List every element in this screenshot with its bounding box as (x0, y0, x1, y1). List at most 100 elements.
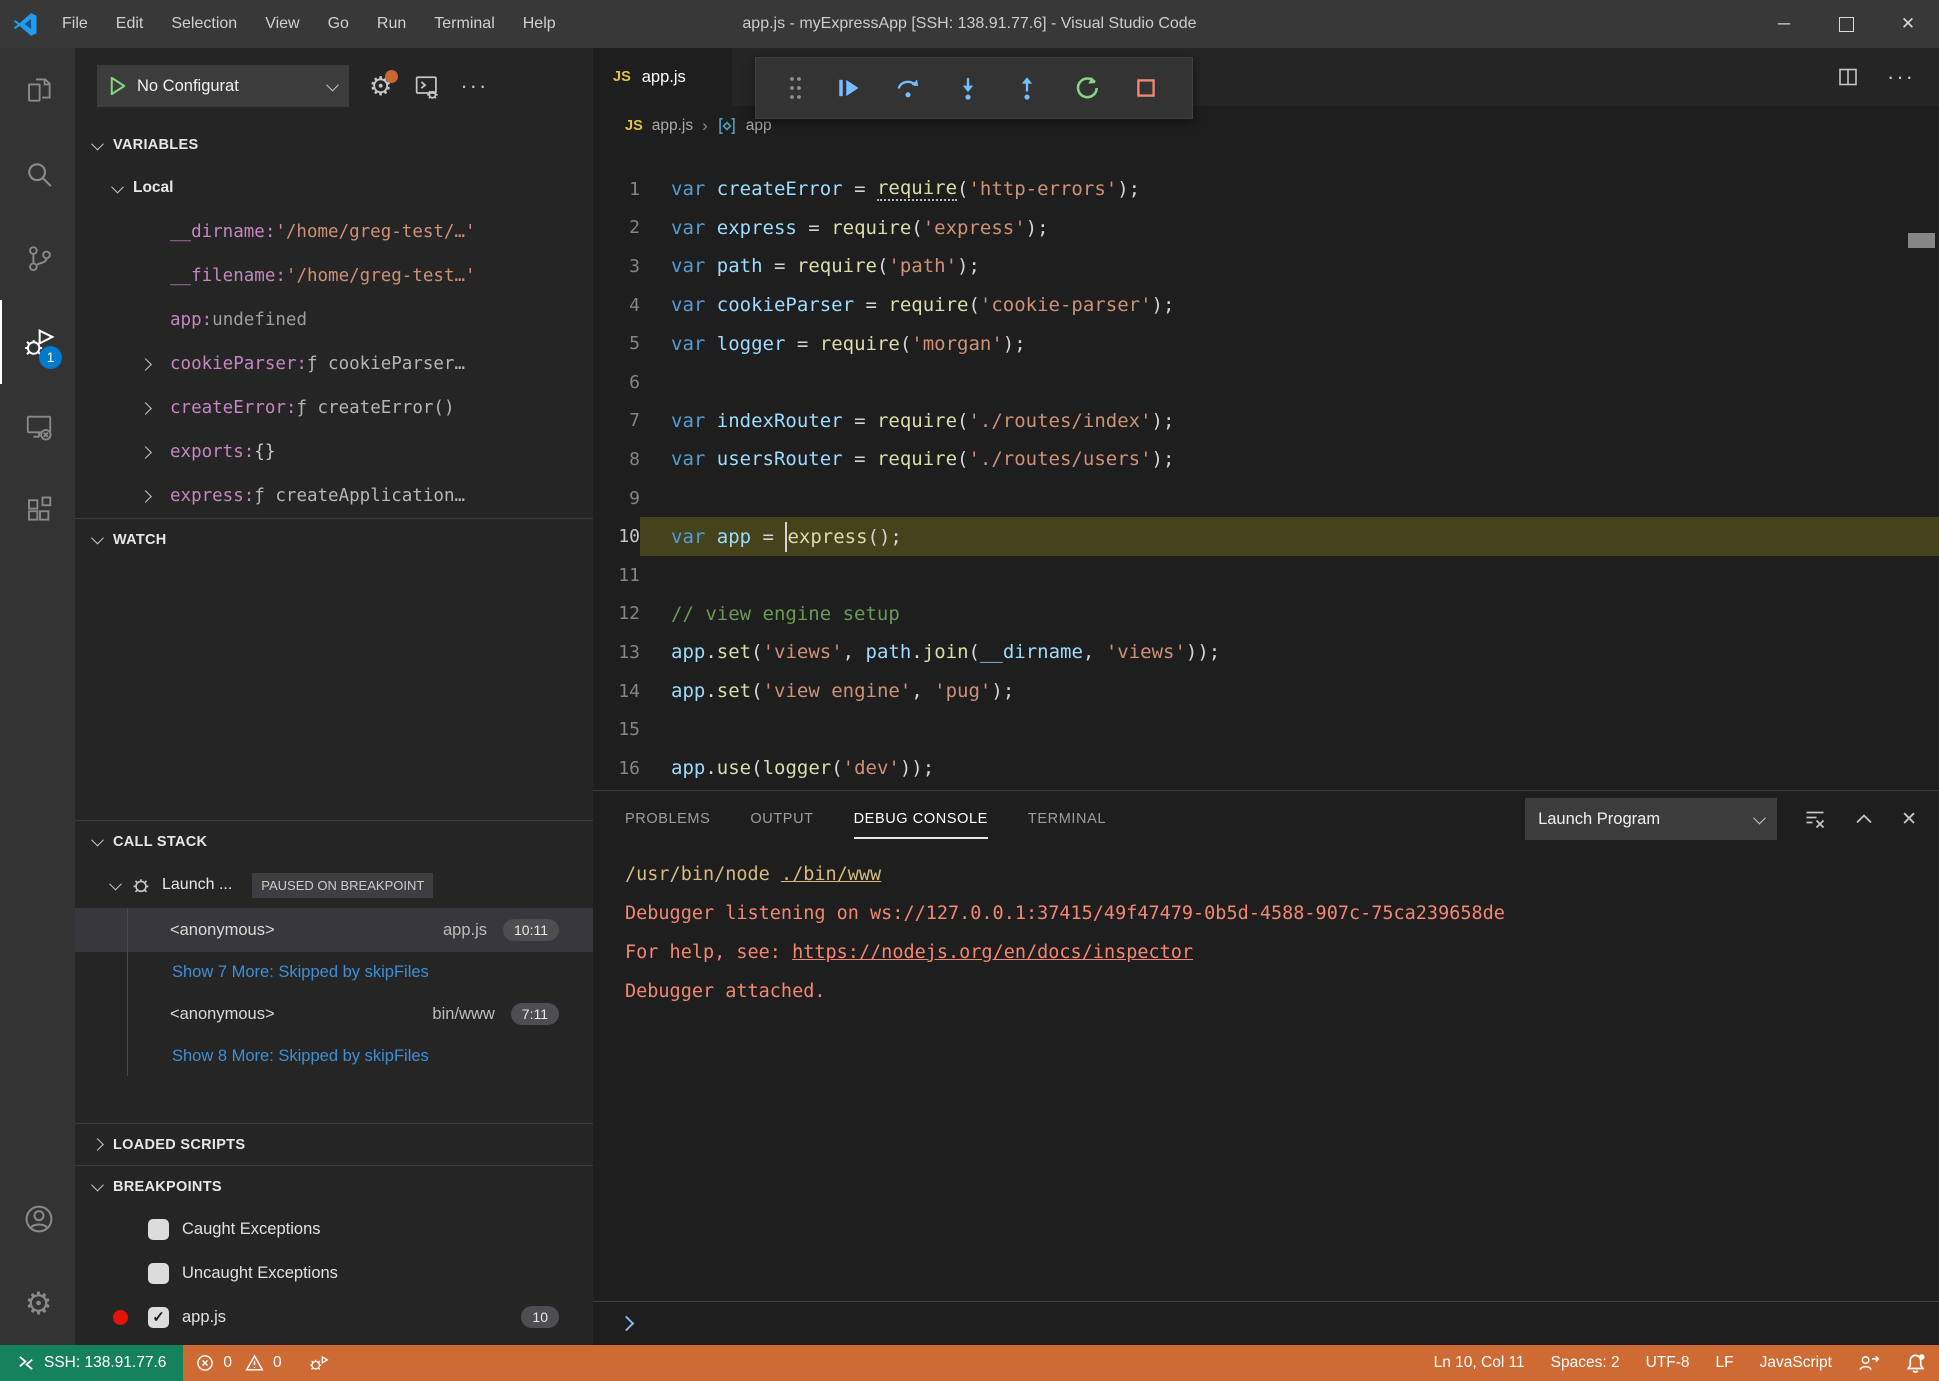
console-link[interactable]: ./bin/www (781, 864, 881, 885)
code-line-2[interactable]: 2 var express = require('express'); (593, 209, 1939, 248)
step-into-button[interactable] (954, 74, 982, 102)
code-line-1[interactable]: 1 var createError = require('http-errors'… (593, 170, 1939, 209)
scope-local[interactable]: Local (75, 166, 593, 210)
variable-row[interactable]: __filename: '/home/greg-test…' (75, 254, 593, 298)
views-more-actions-icon[interactable]: ··· (460, 73, 488, 99)
status-language-mode[interactable]: JavaScript (1747, 1345, 1845, 1381)
breakpoint-checkbox[interactable] (148, 1218, 169, 1240)
step-over-button[interactable] (894, 74, 922, 102)
breadcrumb-symbol[interactable]: app (746, 117, 772, 135)
activity-bar-search[interactable] (0, 132, 75, 216)
breakpoint-checkbox[interactable] (148, 1262, 169, 1284)
debug-status-icon[interactable] (295, 1345, 343, 1381)
debug-session-row[interactable]: Launch ... PAUSED ON BREAKPOINT (75, 862, 593, 908)
menu-run[interactable]: Run (363, 0, 420, 48)
notifications-bell-icon[interactable] (1892, 1345, 1939, 1381)
feedback-icon[interactable] (1845, 1345, 1892, 1381)
code-text[interactable]: var createError = require('http-errors')… (640, 170, 1939, 209)
breakpoint-checkbox[interactable]: ✓ (148, 1306, 169, 1328)
activity-bar-settings[interactable]: ⚙ (0, 1261, 75, 1345)
code-text[interactable] (640, 556, 1939, 595)
panel-tab-debug-console[interactable]: DEBUG CONSOLE (853, 791, 989, 847)
menu-help[interactable]: Help (509, 0, 570, 48)
call-stack-section-header[interactable]: CALL STACK (75, 820, 593, 862)
code-text[interactable]: var logger = require('morgan'); (640, 324, 1939, 363)
code-line-10[interactable]: 10 var app = express (); (593, 517, 1939, 556)
stack-frame-row[interactable]: <anonymous> app.js 10:11 (75, 908, 593, 952)
configure-gear-icon[interactable]: ⚙ (369, 70, 399, 99)
variable-row[interactable]: exports: {} (75, 430, 593, 474)
code-line-15[interactable]: 15 (593, 710, 1939, 749)
problems-indicator[interactable]: 0 0 (183, 1345, 294, 1381)
code-editor[interactable]: 1 var createError = require('http-errors'… (593, 146, 1939, 790)
menu-view[interactable]: View (251, 0, 313, 48)
breakpoint-row[interactable]: ✓ app.js 10 (75, 1295, 593, 1339)
code-text[interactable]: app. set('view engine', 'pug'); (640, 672, 1939, 711)
status-indentation[interactable]: Spaces: 2 (1538, 1345, 1633, 1381)
menu-terminal[interactable]: Terminal (420, 0, 508, 48)
line-number[interactable]: 4 (593, 295, 640, 316)
breakpoints-section-header[interactable]: BREAKPOINTS (75, 1165, 593, 1207)
code-line-5[interactable]: 5 var logger = require('morgan'); (593, 324, 1939, 363)
code-text[interactable] (640, 710, 1939, 749)
activity-bar-remote-explorer[interactable] (0, 384, 75, 468)
loaded-scripts-section-header[interactable]: LOADED SCRIPTS (75, 1123, 593, 1165)
code-text[interactable]: var express = require('express'); (640, 209, 1939, 248)
code-line-13[interactable]: 13 app. set('views', path. join(__dirname, … (593, 633, 1939, 672)
tab-appjs[interactable]: JS app.js (593, 48, 732, 106)
line-number[interactable]: 15 (593, 719, 640, 740)
variable-row[interactable]: createError: ƒ createError() (75, 386, 593, 430)
line-number[interactable]: 14 (593, 681, 640, 702)
breadcrumb-file[interactable]: app.js (652, 117, 693, 135)
minimize-button[interactable]: ─ (1753, 0, 1815, 48)
continue-button[interactable] (834, 74, 862, 102)
line-number[interactable]: 1 (593, 179, 640, 200)
skipfiles-link[interactable]: Show 8 More: Skipped by skipFiles (75, 1036, 593, 1076)
code-text[interactable]: // view engine setup (640, 595, 1939, 634)
close-button[interactable]: ✕ (1877, 0, 1939, 48)
start-debugging-icon[interactable] (109, 76, 127, 96)
activity-bar-explorer[interactable] (0, 48, 75, 132)
line-number[interactable]: 3 (593, 256, 640, 277)
menu-file[interactable]: File (48, 0, 102, 48)
code-line-3[interactable]: 3 var path = require('path'); (593, 247, 1939, 286)
line-number[interactable]: 2 (593, 217, 640, 238)
code-line-11[interactable]: 11 (593, 556, 1939, 595)
line-number[interactable]: 13 (593, 642, 640, 663)
line-number[interactable]: 10 (593, 526, 640, 547)
code-line-16[interactable]: 16 app. use(logger('dev')); (593, 749, 1939, 788)
debug-console-input[interactable] (593, 1301, 1939, 1345)
line-number[interactable]: 8 (593, 449, 640, 470)
stop-button[interactable] (1132, 74, 1160, 102)
code-text[interactable]: app. set('views', path. join(__dirname, 'v… (640, 633, 1939, 672)
code-line-14[interactable]: 14 app. set('view engine', 'pug'); (593, 672, 1939, 711)
split-editor-icon[interactable] (1837, 66, 1859, 88)
console-link[interactable]: https://nodejs.org/en/docs/inspector (792, 942, 1193, 963)
code-text[interactable] (640, 479, 1939, 518)
menu-edit[interactable]: Edit (102, 0, 158, 48)
toolbar-drag-grip[interactable] (788, 74, 803, 102)
step-out-button[interactable] (1013, 74, 1041, 102)
status-cursor-position[interactable]: Ln 10, Col 11 (1421, 1345, 1538, 1381)
code-line-6[interactable]: 6 (593, 363, 1939, 402)
variable-row[interactable]: __dirname: '/home/greg-test/…' (75, 210, 593, 254)
code-text[interactable]: var indexRouter = require('./routes/inde… (640, 402, 1939, 441)
status-eol[interactable]: LF (1703, 1345, 1747, 1381)
activity-bar-extensions[interactable] (0, 468, 75, 552)
code-text[interactable]: var path = require('path'); (640, 247, 1939, 286)
watch-section-header[interactable]: WATCH (75, 518, 593, 560)
code-line-12[interactable]: 12// view engine setup (593, 595, 1939, 634)
panel-tab-output[interactable]: OUTPUT (750, 791, 813, 847)
line-number[interactable]: 11 (593, 565, 640, 586)
activity-bar-run-and-debug[interactable]: 1 (0, 300, 75, 384)
editor-more-actions-icon[interactable]: ··· (1887, 64, 1915, 90)
close-panel-icon[interactable]: ✕ (1901, 808, 1917, 831)
code-text[interactable]: var usersRouter = require('./routes/user… (640, 440, 1939, 479)
line-number[interactable]: 6 (593, 372, 640, 393)
code-line-4[interactable]: 4 var cookieParser = require('cookie-pars… (593, 286, 1939, 325)
code-line-8[interactable]: 8 var usersRouter = require('./routes/use… (593, 440, 1939, 479)
variable-row[interactable]: express: ƒ createApplication… (75, 474, 593, 518)
line-number[interactable]: 9 (593, 488, 640, 509)
line-number[interactable]: 12 (593, 603, 640, 624)
maximize-panel-icon[interactable] (1853, 808, 1875, 830)
